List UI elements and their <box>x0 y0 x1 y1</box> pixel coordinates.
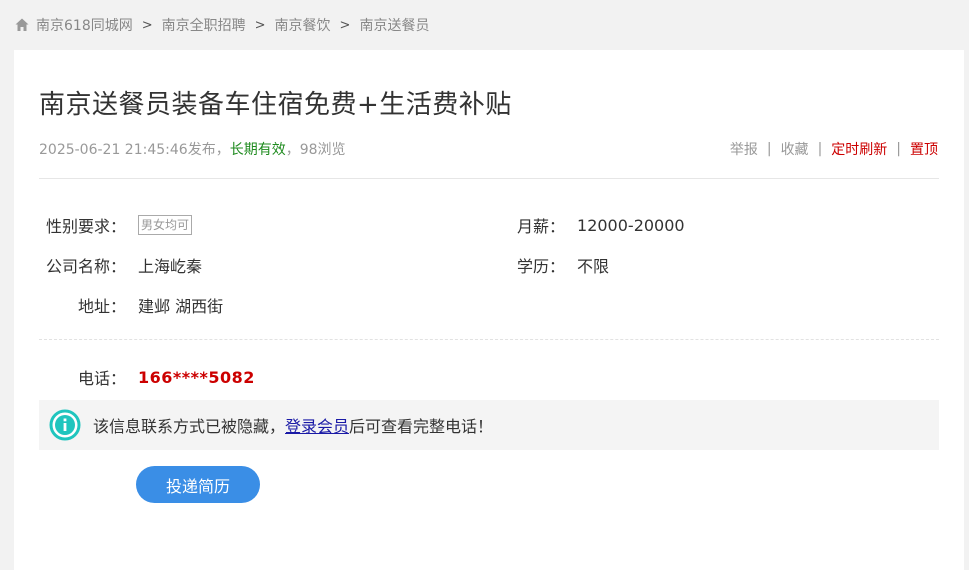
breadcrumb-separator: > <box>339 17 351 33</box>
post-meta: 2025-06-21 21:45:46发布，长期有效，98浏览 <box>39 139 346 159</box>
scheduled-refresh-link[interactable]: 定时刷新 <box>831 139 887 159</box>
notice-suffix: 后可查看完整电话！ <box>349 417 494 436</box>
phone-value: 166****5082 <box>138 367 255 387</box>
salary-label: 月薪： <box>517 217 566 236</box>
home-icon <box>14 17 30 33</box>
gender-field: 性别要求： 男女均可 <box>46 213 193 237</box>
education-value: 不限 <box>577 257 610 276</box>
post-actions: 举报 | 收藏 | 定时刷新 | 置顶 <box>730 139 938 159</box>
action-separator: | <box>766 141 772 157</box>
action-separator: | <box>896 141 901 157</box>
breadcrumb-link-courier[interactable]: 南京送餐员 <box>359 15 429 35</box>
phone-field: 电话： 166****5082 <box>78 365 255 389</box>
address-value: 建邺 湖西街 <box>138 297 224 316</box>
breadcrumb-separator: > <box>254 17 266 33</box>
info-icon <box>49 409 81 441</box>
post-datetime: 2025-06-21 21:45:46发布， <box>39 142 230 158</box>
validity-status: 长期有效 <box>229 142 286 158</box>
company-label: 公司名称： <box>46 257 127 276</box>
report-link[interactable]: 举报 <box>730 139 758 159</box>
breadcrumb-link-catering[interactable]: 南京餐饮 <box>275 15 331 35</box>
section-divider <box>39 339 939 340</box>
company-field: 公司名称： 上海屹秦 <box>46 253 202 277</box>
gender-label: 性别要求： <box>46 217 127 236</box>
pin-top-link[interactable]: 置顶 <box>910 139 938 159</box>
favorite-link[interactable]: 收藏 <box>781 139 809 159</box>
hidden-contact-notice: 该信息联系方式已被隐藏， 登录会员 后可查看完整电话！ <box>39 400 939 450</box>
salary-field: 月薪： 12000-20000 <box>517 213 685 237</box>
phone-label: 电话： <box>78 369 127 388</box>
education-label: 学历： <box>517 257 566 276</box>
breadcrumb-link-site[interactable]: 南京618同城网 <box>36 15 133 35</box>
breadcrumb-separator: > <box>141 17 153 33</box>
address-label: 地址： <box>78 297 127 316</box>
view-count: ，98浏览 <box>285 142 346 158</box>
page-title: 南京送餐员装备车住宿免费+生活费补贴 <box>39 90 512 120</box>
action-separator: | <box>817 141 823 157</box>
education-field: 学历： 不限 <box>517 253 609 277</box>
header-divider <box>39 178 939 179</box>
job-detail-card: 南京送餐员装备车住宿免费+生活费补贴 2025-06-21 21:45:46发布… <box>14 50 964 570</box>
breadcrumb: 南京618同城网 > 南京全职招聘 > 南京餐饮 > 南京送餐员 <box>14 14 429 36</box>
login-member-link[interactable]: 登录会员 <box>285 413 349 437</box>
salary-value: 12000-20000 <box>577 215 685 235</box>
address-field: 地址： 建邺 湖西街 <box>78 293 223 317</box>
breadcrumb-link-fulltime[interactable]: 南京全职招聘 <box>162 15 246 35</box>
apply-resume-button[interactable]: 投递简历 <box>136 466 260 503</box>
gender-tag: 男女均可 <box>138 215 193 235</box>
notice-text: 该信息联系方式已被隐藏， <box>93 417 286 436</box>
company-value: 上海屹秦 <box>138 257 203 276</box>
